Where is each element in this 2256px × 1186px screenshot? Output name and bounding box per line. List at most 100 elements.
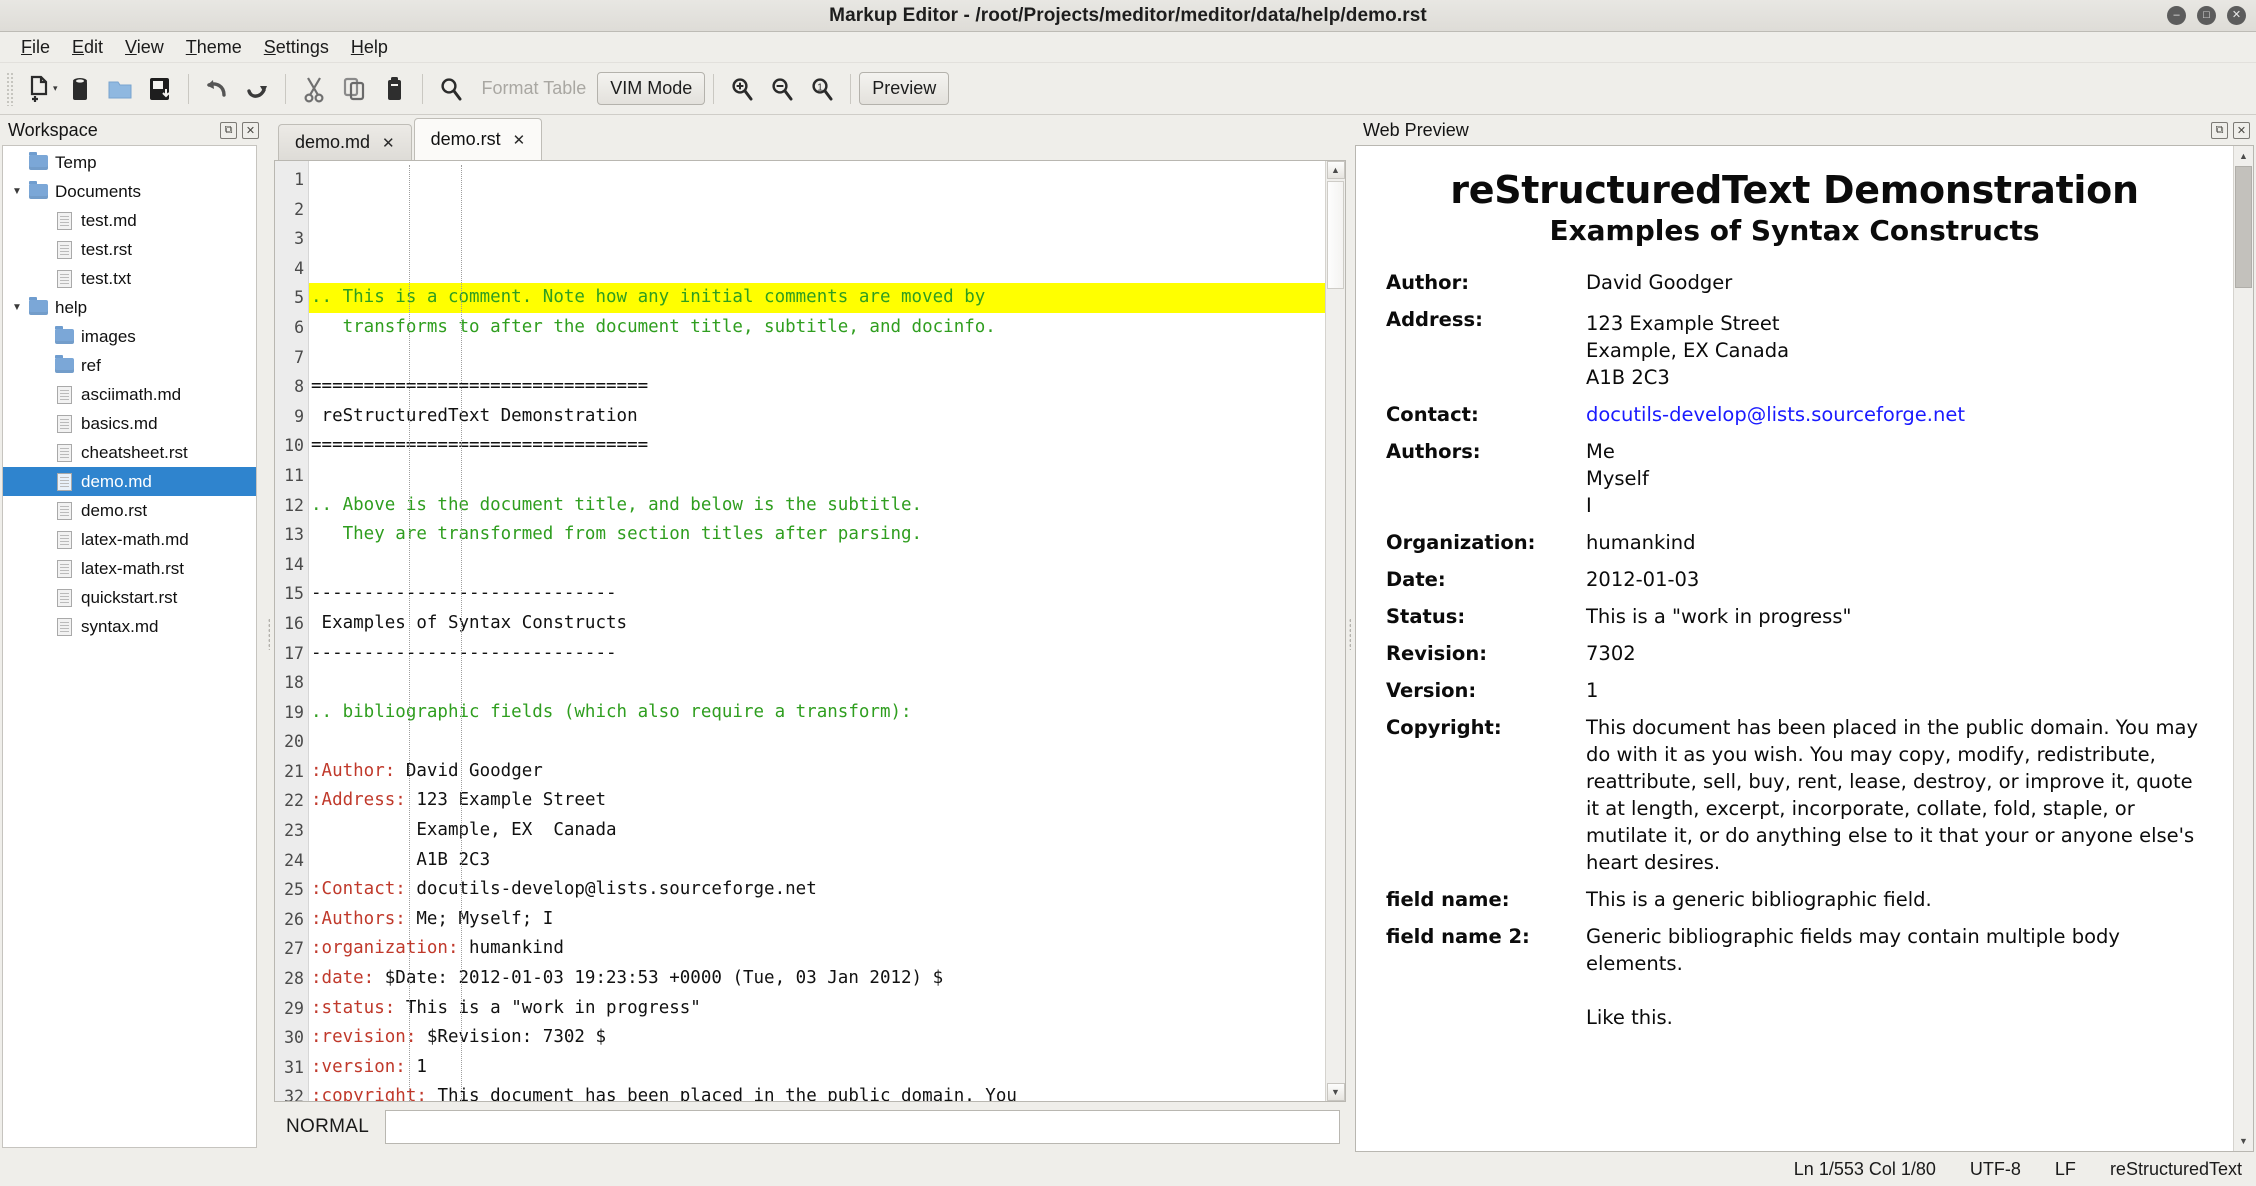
tree-item-demo-rst[interactable]: demo.rst <box>3 496 256 525</box>
tree-item-temp[interactable]: Temp <box>3 148 256 177</box>
zoom-reset-button[interactable]: 1 <box>802 69 842 109</box>
search-button[interactable] <box>431 69 471 109</box>
chevron-down-icon[interactable]: ▼ <box>7 302 27 313</box>
menu-edit[interactable]: Edit <box>61 34 114 61</box>
tree-item-syntax-md[interactable]: syntax.md <box>3 612 256 641</box>
editor-scroll-up-arrow[interactable]: ▲ <box>1327 161 1345 179</box>
preview-button[interactable]: Preview <box>859 72 949 105</box>
line-number: 18 <box>275 668 308 698</box>
paste-button[interactable] <box>374 69 414 109</box>
maximize-button[interactable]: □ <box>2197 6 2216 25</box>
close-icon[interactable]: ✕ <box>2233 122 2250 139</box>
code-segment: reStructuredText Demonstration <box>311 406 638 426</box>
menu-view-rest: iew <box>137 37 164 57</box>
new-file-dropdown-caret[interactable]: ▾ <box>53 83 58 94</box>
tree-item-label: Temp <box>55 153 105 173</box>
code-segment: ----------------------------- <box>311 583 617 603</box>
zoom-out-button[interactable] <box>762 69 802 109</box>
folder-icon <box>53 329 75 344</box>
title-bar: Markup Editor - /root/Projects/meditor/m… <box>0 0 2256 32</box>
line-number: 5 <box>275 283 308 313</box>
open-folder-button[interactable] <box>100 69 140 109</box>
menu-file[interactable]: File <box>10 34 61 61</box>
code-text-area[interactable]: .. This is a comment. Note how any initi… <box>309 161 1325 1101</box>
save-button[interactable] <box>140 69 180 109</box>
code-segment: :date: <box>311 968 374 988</box>
line-number: 32 <box>275 1082 308 1102</box>
docinfo-field-name: Organization: <box>1386 529 1576 556</box>
tree-item-documents[interactable]: ▼Documents <box>3 177 256 206</box>
undo-button[interactable] <box>197 69 237 109</box>
editor-tab-demo-md[interactable]: demo.md✕ <box>278 124 412 160</box>
toolbar-drag-handle[interactable] <box>6 72 14 106</box>
editor-scroll-thumb[interactable] <box>1327 181 1344 289</box>
close-button[interactable]: ✕ <box>2227 6 2246 25</box>
menu-settings[interactable]: Settings <box>253 34 340 61</box>
redo-button[interactable] <box>237 69 277 109</box>
menu-edit-rest: dit <box>84 37 103 57</box>
code-segment: humankind <box>459 938 564 958</box>
file-glyph <box>57 212 72 230</box>
toolbar: ▾ <box>0 63 2256 115</box>
editor-vertical-scrollbar[interactable]: ▲ ▼ <box>1325 161 1345 1101</box>
preview-scroll-thumb[interactable] <box>2235 166 2252 288</box>
svg-text:1: 1 <box>818 82 824 93</box>
tab-close-icon[interactable]: ✕ <box>513 131 526 149</box>
file-icon <box>53 241 75 259</box>
cut-button[interactable] <box>294 69 334 109</box>
code-segment: $Revision: 7302 $ <box>416 1027 606 1047</box>
tree-item-help[interactable]: ▼help <box>3 293 256 322</box>
preview-scroll-up-arrow[interactable]: ▲ <box>2235 147 2252 165</box>
format-table-button[interactable]: Format Table <box>471 73 598 104</box>
file-glyph <box>57 241 72 259</box>
preview-vertical-scrollbar[interactable]: ▲ ▼ <box>2233 146 2253 1151</box>
email-link[interactable]: docutils-develop@lists.sourceforge.net <box>1586 403 1965 426</box>
window-controls: – □ ✕ <box>2167 6 2246 25</box>
web-preview-panel: Web Preview ⧉ ✕ reStructuredText Demonst… <box>1355 115 2256 1152</box>
tree-item-asciimath-md[interactable]: asciimath.md <box>3 380 256 409</box>
tab-close-icon[interactable]: ✕ <box>382 134 395 152</box>
code-segment: .. This is a comment. Note how any initi… <box>311 287 985 307</box>
workspace-editor-splitter[interactable] <box>265 115 274 1152</box>
code-segment: $Date: 2012-01-03 19:23:53 +0000 (Tue, 0… <box>374 968 943 988</box>
docinfo-value-text: Generic bibliographic fields may contain… <box>1586 925 2120 1029</box>
tree-item-quickstart-rst[interactable]: quickstart.rst <box>3 583 256 612</box>
vim-mode-button[interactable]: VIM Mode <box>597 72 705 105</box>
tree-item-latex-math-rst[interactable]: latex-math.rst <box>3 554 256 583</box>
menu-view[interactable]: View <box>114 34 175 61</box>
open-recent-button[interactable] <box>60 69 100 109</box>
tree-item-cheatsheet-rst[interactable]: cheatsheet.rst <box>3 438 256 467</box>
tree-item-ref[interactable]: ref <box>3 351 256 380</box>
menu-theme[interactable]: Theme <box>175 34 253 61</box>
chevron-down-icon[interactable]: ▼ <box>7 186 27 197</box>
vim-command-input[interactable] <box>385 1110 1340 1144</box>
tree-item-basics-md[interactable]: basics.md <box>3 409 256 438</box>
docinfo-field-value[interactable]: docutils-develop@lists.sourceforge.net <box>1586 401 2203 428</box>
file-glyph <box>57 618 72 636</box>
menu-help-mnemonic: H <box>351 37 364 57</box>
docinfo-field-value: 1 <box>1586 677 2203 704</box>
code-segment: ================================ <box>311 376 648 396</box>
editor-container: 1234567891011121314151617181920212223242… <box>274 160 1346 1102</box>
window-title: Markup Editor - /root/Projects/meditor/m… <box>0 5 2256 27</box>
tree-item-latex-math-md[interactable]: latex-math.md <box>3 525 256 554</box>
file-icon <box>53 502 75 520</box>
tree-item-demo-md[interactable]: demo.md <box>3 467 256 496</box>
tree-item-test-rst[interactable]: test.rst <box>3 235 256 264</box>
editor-preview-splitter[interactable] <box>1346 115 1355 1152</box>
editor-tab-demo-rst[interactable]: demo.rst✕ <box>414 118 543 160</box>
tree-item-images[interactable]: images <box>3 322 256 351</box>
workspace-dock-icons: ⧉ ✕ <box>220 122 259 139</box>
preview-scroll-down-arrow[interactable]: ▼ <box>2235 1132 2252 1150</box>
editor-scroll-down-arrow[interactable]: ▼ <box>1327 1083 1345 1101</box>
menu-help[interactable]: Help <box>340 34 399 61</box>
float-icon[interactable]: ⧉ <box>2211 122 2228 139</box>
tree-item-test-txt[interactable]: test.txt <box>3 264 256 293</box>
minimize-button[interactable]: – <box>2167 6 2186 25</box>
copy-button[interactable] <box>334 69 374 109</box>
tree-item-test-md[interactable]: test.md <box>3 206 256 235</box>
zoom-in-button[interactable] <box>722 69 762 109</box>
vim-status-bar: NORMAL <box>274 1102 1346 1152</box>
close-icon[interactable]: ✕ <box>242 122 259 139</box>
float-icon[interactable]: ⧉ <box>220 122 237 139</box>
